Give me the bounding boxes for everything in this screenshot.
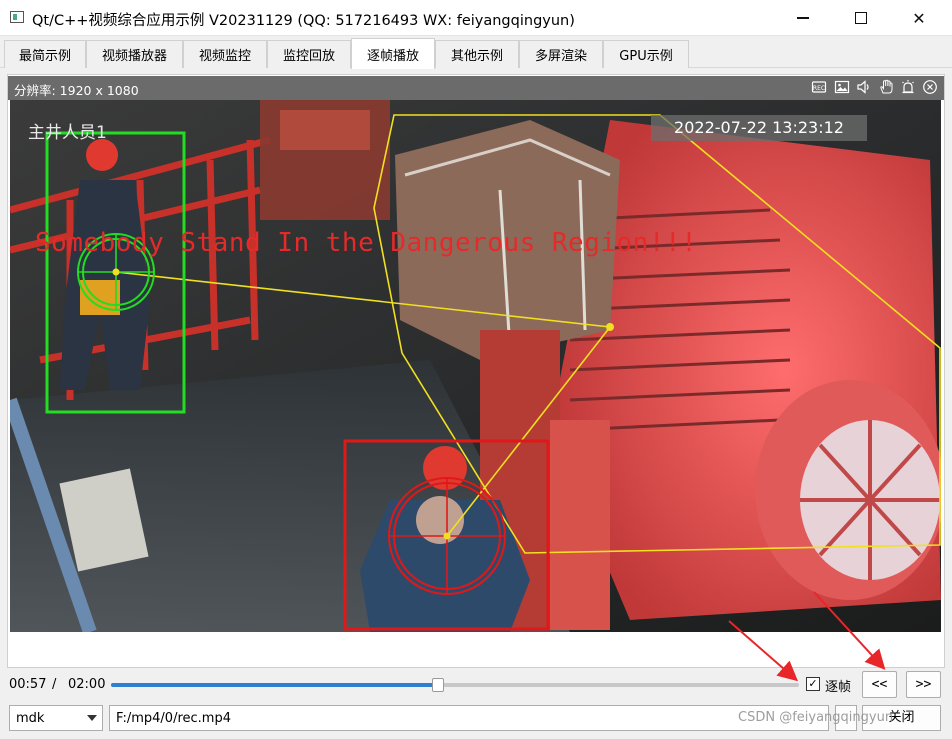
minimize-icon [797,17,809,19]
decoder-select-value: mdk [16,711,45,726]
file-path-input[interactable] [109,705,829,731]
watermark: CSDN @feiyangqingyun [738,710,894,725]
current-time: 00:57 [9,677,47,692]
minimize-button[interactable] [780,0,826,36]
app-icon [10,11,24,23]
tab-gpu[interactable]: GPU示例 [603,40,689,68]
video-frame[interactable]: 主井人员1 2022-07-22 13:23:12 Somebody Stand… [10,100,941,632]
maximize-icon [855,12,867,24]
resolution-label: 分辨率: 1920 x 1080 [14,83,139,98]
tab-frame-by-frame[interactable]: 逐帧播放 [351,38,435,69]
record-icon[interactable]: REC [810,79,827,96]
osd-warning-text: Somebody Stand In the Dangerous Region!!… [35,228,698,258]
tab-simplest[interactable]: 最简示例 [4,40,86,68]
progress-slider[interactable] [111,678,799,692]
tab-video-player[interactable]: 视频播放器 [86,40,183,68]
svg-text:REC: REC [812,85,824,92]
osd-channel-name: 主井人员1 [28,123,107,143]
tab-playback[interactable]: 监控回放 [267,40,351,68]
time-separator: / [52,677,57,692]
total-time: 02:00 [68,677,106,692]
next-frame-button[interactable]: >> [906,671,941,698]
red-machinery-detail [280,110,370,150]
progress-handle[interactable] [431,678,444,692]
window-title: Qt/C++视频综合应用示例 V20231129 (QQ: 517216493 … [32,13,575,29]
region-center-dot [606,323,614,331]
close-circle-icon[interactable] [921,79,938,96]
frame-step-label[interactable]: 逐帧 [825,676,851,695]
snapshot-icon[interactable] [833,79,850,96]
osd-timestamp: 2022-07-22 13:23:12 [651,115,867,141]
video-toolbar: 分辨率: 1920 x 1080 REC [8,76,944,100]
tab-video-monitor[interactable]: 视频监控 [183,40,267,68]
center-dot-green [112,268,120,276]
video-scene [10,100,941,632]
maximize-button[interactable] [838,0,884,36]
progress-fill [111,683,438,687]
frame-step-checkbox[interactable]: ✓ [806,677,820,691]
alarm-icon[interactable] [899,79,916,96]
prev-frame-button[interactable]: << [862,671,897,698]
close-window-button[interactable]: ✕ [896,0,942,36]
hand-icon[interactable] [877,79,894,96]
sound-icon[interactable] [855,79,872,96]
title-bar: Qt/C++视频综合应用示例 V20231129 (QQ: 517216493 … [0,0,952,36]
tab-other-examples[interactable]: 其他示例 [435,40,519,68]
red-pillar-right [550,420,610,630]
tab-multi-screen[interactable]: 多屏渲染 [519,40,603,68]
video-bottom-area [10,632,941,662]
tab-bar: 最简示例 视频播放器 视频监控 监控回放 逐帧播放 其他示例 多屏渲染 GPU示… [0,38,952,69]
decoder-select[interactable]: mdk [9,705,103,731]
center-dot-red [443,532,451,540]
chevron-down-icon [87,715,97,721]
